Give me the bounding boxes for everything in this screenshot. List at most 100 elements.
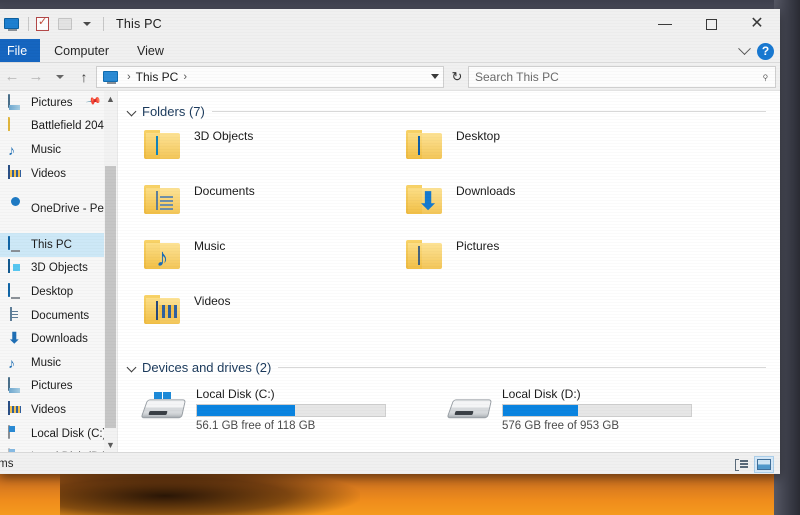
folder-item-documents[interactable]: Documents bbox=[132, 182, 394, 237]
title-bar: This PC ✕ bbox=[0, 9, 780, 39]
scroll-up-arrow-icon[interactable]: ▲ bbox=[104, 91, 117, 106]
3d-objects-icon bbox=[8, 259, 24, 276]
desktop-icon bbox=[8, 282, 24, 300]
tab-view[interactable]: View bbox=[123, 39, 178, 62]
folder-item-label: 3D Objects bbox=[194, 129, 254, 143]
sidebar-item-local-disk-d[interactable]: Local Disk (D:) bbox=[0, 445, 117, 452]
explorer-body: Pictures Battlefield 2042 ♪ Music Videos… bbox=[0, 91, 780, 452]
downloads-icon: ⬇ bbox=[8, 330, 21, 348]
divider bbox=[103, 17, 104, 31]
folder-item-label: Videos bbox=[194, 294, 231, 308]
file-list-pane[interactable]: Folders (7) 3D Objects Desktop Documents… bbox=[118, 91, 780, 452]
sidebar-item-desktop[interactable]: Desktop bbox=[0, 280, 117, 304]
collapse-chevron-icon[interactable] bbox=[126, 106, 137, 116]
folder-item-label: Desktop bbox=[456, 129, 501, 143]
drive-capacity-bar bbox=[502, 404, 692, 417]
quick-access-customize-chevron-down-icon[interactable] bbox=[77, 14, 97, 34]
sidebar-scrollbar[interactable]: ▲ ▼ bbox=[104, 91, 117, 452]
disk-icon bbox=[8, 424, 24, 442]
sidebar-item-documents[interactable]: Documents bbox=[0, 304, 117, 328]
sidebar-item-videos[interactable]: Videos bbox=[0, 162, 117, 186]
sidebar-item-music-2[interactable]: ♪ Music bbox=[0, 351, 117, 375]
drive-label: Local Disk (C:) bbox=[196, 387, 275, 401]
drives-group-header[interactable]: Devices and drives (2) bbox=[118, 357, 780, 377]
scroll-down-arrow-icon[interactable]: ▼ bbox=[104, 437, 117, 452]
quick-access-this-pc-icon[interactable] bbox=[2, 14, 22, 34]
back-button[interactable]: ← bbox=[0, 65, 24, 89]
sidebar-item-pictures-2[interactable]: Pictures bbox=[0, 375, 117, 399]
breadcrumb-separator-icon[interactable]: › bbox=[183, 71, 187, 83]
minimize-button[interactable] bbox=[642, 9, 688, 39]
sidebar-item-label: Music bbox=[31, 356, 62, 369]
drives-grid: Local Disk (C:) 56.1 GB free of 118 GB L… bbox=[118, 377, 780, 432]
drive-item-local-disk-d[interactable]: Local Disk (D:) 576 GB free of 953 GB bbox=[438, 385, 744, 432]
drives-group-title: Devices and drives (2) bbox=[142, 359, 272, 375]
sidebar-item-local-disk-c[interactable]: Local Disk (C:) bbox=[0, 422, 117, 446]
sidebar-item-label: Music bbox=[31, 143, 62, 156]
quick-access-properties-icon[interactable] bbox=[33, 14, 53, 34]
sidebar-item-label: Local Disk (C:) bbox=[31, 427, 107, 440]
breadcrumb[interactable]: › This PC › bbox=[96, 65, 444, 88]
breadcrumb-separator-icon: › bbox=[127, 70, 131, 83]
drive-label: Local Disk (D:) bbox=[502, 387, 581, 401]
search-input[interactable]: Search This PC ⌕ bbox=[468, 65, 776, 88]
sidebar-item-downloads[interactable]: ⬇ Downloads bbox=[0, 327, 117, 351]
folder-item-label: Music bbox=[194, 239, 226, 253]
forward-button[interactable]: → bbox=[24, 65, 48, 89]
up-button[interactable]: ↑ bbox=[72, 65, 96, 89]
ribbon-right-controls: ? bbox=[738, 39, 774, 63]
folder-item-videos[interactable]: Videos bbox=[132, 292, 394, 347]
drive-free-text: 576 GB free of 953 GB bbox=[502, 420, 619, 432]
drive-icon bbox=[446, 391, 492, 425]
details-view-button[interactable] bbox=[731, 456, 751, 473]
sidebar-item-battlefield-2042[interactable]: Battlefield 2042 bbox=[0, 115, 117, 139]
large-icons-view-button[interactable] bbox=[754, 455, 774, 473]
videos-folder-icon bbox=[144, 292, 184, 326]
wallpaper-shadow bbox=[60, 467, 360, 515]
sidebar-item-label: 3D Objects bbox=[31, 262, 88, 275]
folder-item-3d-objects[interactable]: 3D Objects bbox=[132, 127, 394, 182]
maximize-button[interactable] bbox=[688, 9, 734, 39]
folder-item-label: Documents bbox=[194, 184, 255, 198]
close-button[interactable]: ✕ bbox=[734, 9, 780, 39]
folders-group-header[interactable]: Folders (7) bbox=[118, 101, 780, 121]
view-toggle-group bbox=[731, 455, 774, 473]
collapse-chevron-icon[interactable] bbox=[126, 362, 137, 372]
folder-item-desktop[interactable]: Desktop bbox=[394, 127, 656, 182]
drive-capacity-bar bbox=[196, 404, 386, 417]
recent-locations-chevron-down-icon[interactable] bbox=[48, 65, 72, 89]
music-folder-icon: ♪ bbox=[144, 237, 184, 271]
expand-ribbon-chevron-down-icon[interactable] bbox=[738, 41, 751, 55]
pictures-icon bbox=[8, 93, 24, 111]
group-divider bbox=[211, 110, 766, 112]
folder-item-pictures[interactable]: Pictures bbox=[394, 237, 656, 292]
breadcrumb-dropdown-chevron-down-icon[interactable] bbox=[431, 74, 439, 79]
desktop-folder-icon bbox=[406, 127, 446, 161]
navigation-pane[interactable]: Pictures Battlefield 2042 ♪ Music Videos… bbox=[0, 91, 118, 452]
refresh-icon[interactable]: ↻ bbox=[446, 66, 468, 88]
sidebar-item-onedrive[interactable]: OneDrive - Persona bbox=[0, 197, 117, 221]
folder-item-downloads[interactable]: ⬇ Downloads bbox=[394, 182, 656, 237]
file-explorer-window: This PC ✕ File Computer View ? ← → ↑ › T… bbox=[0, 9, 780, 474]
sidebar-item-label: Pictures bbox=[31, 96, 73, 109]
sidebar-item-music[interactable]: ♪ Music bbox=[0, 138, 117, 162]
onedrive-icon bbox=[8, 201, 24, 217]
quick-access-new-folder-icon[interactable] bbox=[55, 14, 75, 34]
sidebar-item-3d-objects[interactable]: 3D Objects bbox=[0, 257, 117, 281]
group-divider bbox=[278, 366, 766, 368]
breadcrumb-item-this-pc[interactable]: This PC bbox=[136, 70, 179, 84]
drive-item-local-disk-c[interactable]: Local Disk (C:) 56.1 GB free of 118 GB bbox=[132, 385, 438, 432]
tab-file[interactable]: File bbox=[0, 39, 41, 62]
address-bar-row: ← → ↑ › This PC › ↻ Search This PC ⌕ bbox=[0, 63, 780, 91]
scrollbar-thumb[interactable] bbox=[105, 166, 116, 428]
folder-item-music[interactable]: ♪ Music bbox=[132, 237, 394, 292]
pictures-icon bbox=[8, 377, 24, 394]
sidebar-item-this-pc[interactable]: This PC bbox=[0, 232, 117, 257]
tab-computer[interactable]: Computer bbox=[40, 39, 123, 62]
sidebar-item-label: Desktop bbox=[31, 285, 74, 298]
sidebar-item-videos-2[interactable]: Videos bbox=[0, 398, 117, 422]
pictures-folder-icon bbox=[406, 237, 446, 271]
windows-drive-icon bbox=[140, 391, 186, 425]
drive-free-text: 56.1 GB free of 118 GB bbox=[196, 420, 316, 432]
help-icon[interactable]: ? bbox=[757, 42, 774, 60]
